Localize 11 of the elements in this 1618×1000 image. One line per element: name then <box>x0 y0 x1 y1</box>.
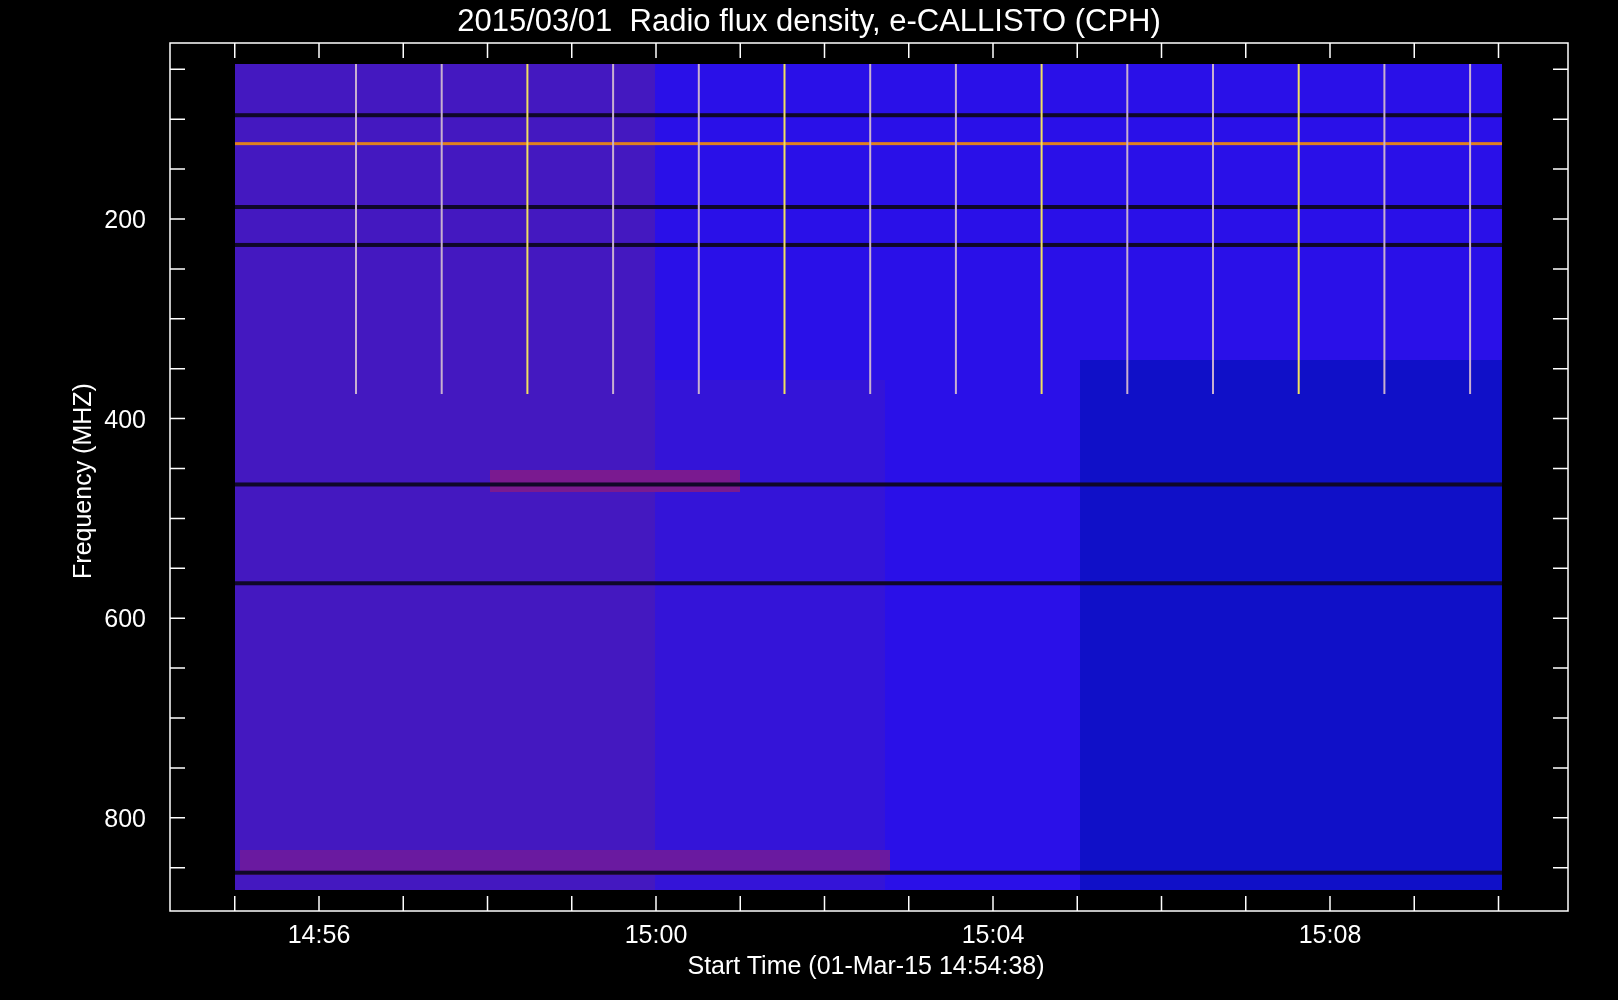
x-tick-label: 15:08 <box>1298 920 1362 948</box>
plot-title: 2015/03/01 Radio flux density, e-CALLISTO (CPH) <box>457 3 1161 38</box>
y-tick-label: 600 <box>104 604 146 633</box>
y-axis-label: Frequency (MHZ) <box>68 383 96 579</box>
x-axis-label: Start Time (01-Mar-15 14:54:38) <box>687 951 1045 979</box>
y-tick-label: 200 <box>104 205 146 233</box>
y-tick-label: 800 <box>104 803 146 832</box>
x-tick-label: 15:04 <box>961 920 1025 948</box>
x-tick-label: 14:56 <box>287 920 351 948</box>
y-tick-label: 400 <box>104 404 146 433</box>
x-tick-label: 15:00 <box>624 920 688 948</box>
